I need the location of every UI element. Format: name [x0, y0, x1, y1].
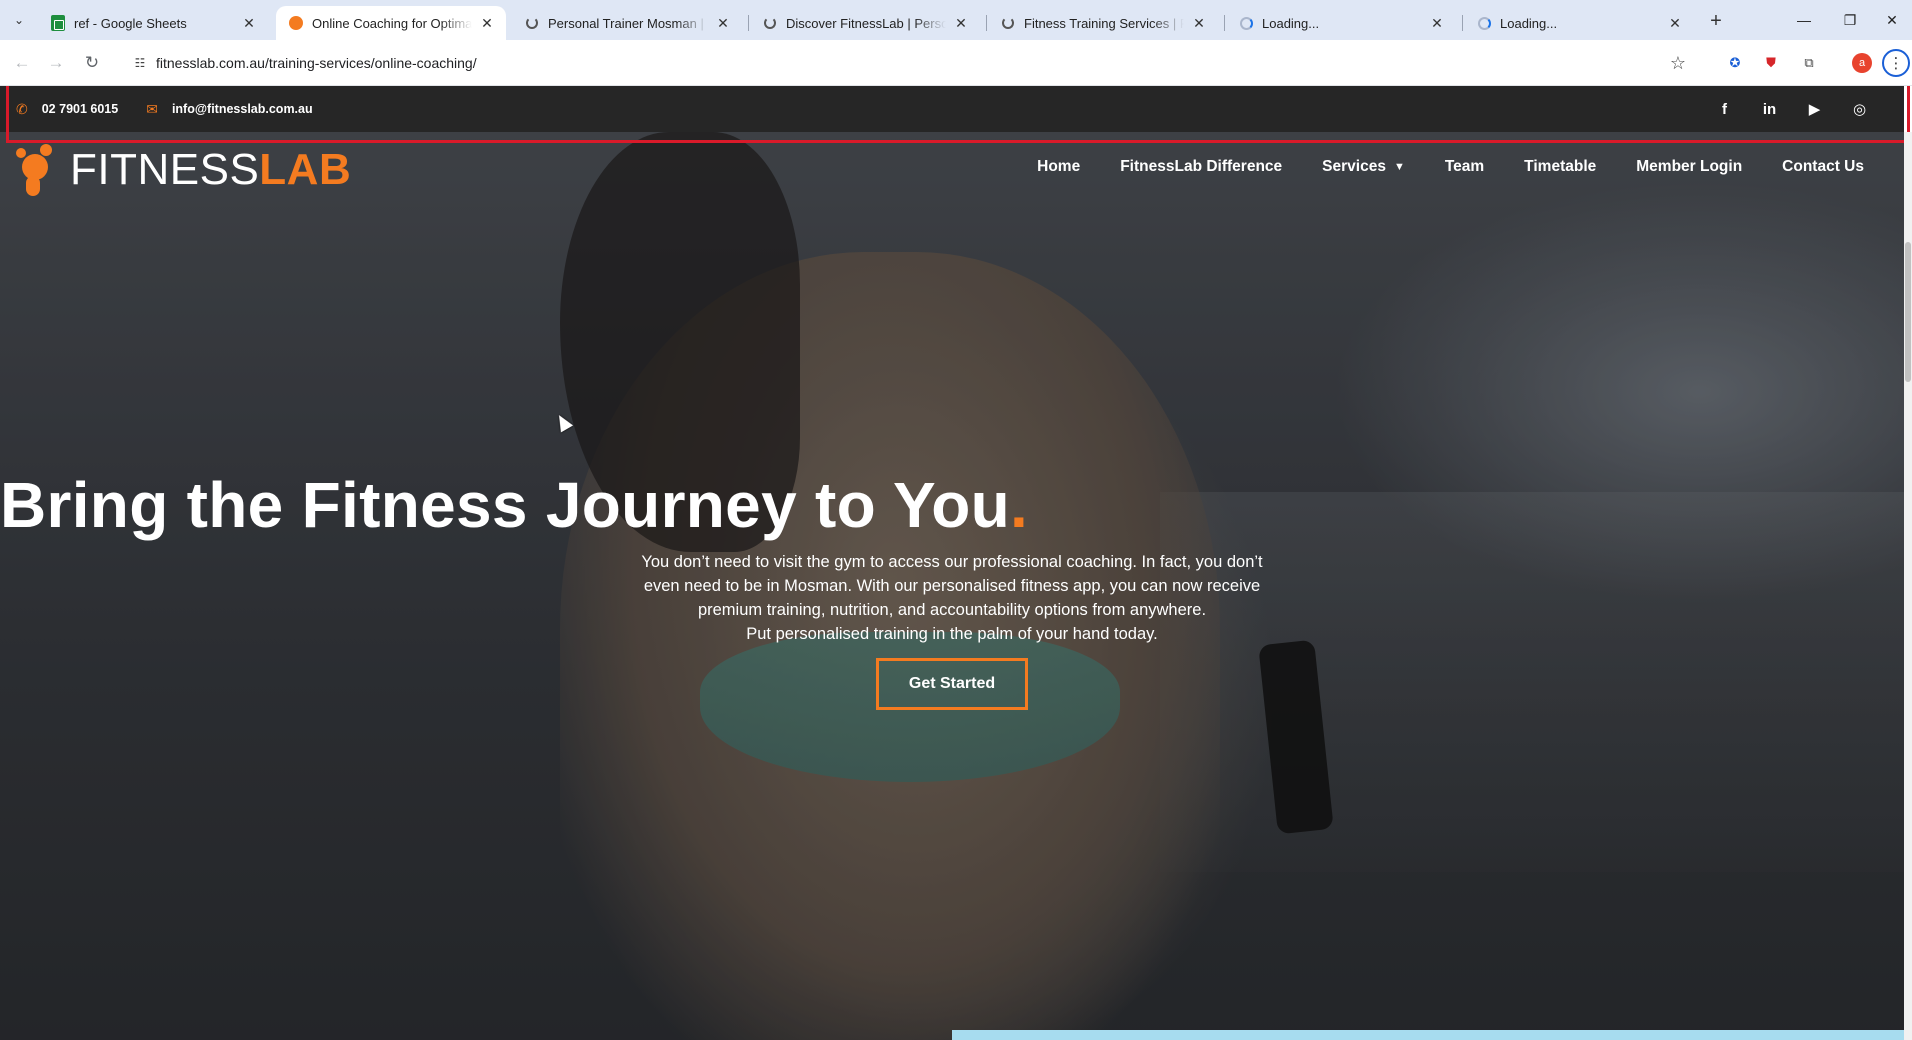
envelope-icon: ✉ — [146, 100, 158, 117]
loading-icon — [1238, 15, 1254, 31]
tab-title: Online Coaching for Optimal Tr — [312, 15, 472, 31]
tab-title: Personal Trainer Mosman | Fitn — [548, 15, 708, 31]
get-started-button[interactable]: Get Started — [876, 658, 1028, 710]
tab-loading-2[interactable]: Loading... ✕ — [1464, 6, 1694, 40]
main-nav: Home FitnessLab Difference Services ▼ Te… — [997, 158, 1864, 176]
site-icon — [1000, 15, 1016, 31]
logo-text-fitness: FITNESS — [70, 145, 260, 194]
youtube-icon[interactable]: ▶ — [1792, 100, 1837, 118]
bookmark-star-icon[interactable]: ☆ — [1666, 51, 1690, 75]
nav-home[interactable]: Home — [1037, 158, 1080, 176]
tab-loading-1[interactable]: Loading... ✕ — [1226, 6, 1456, 40]
logo-wordmark: FITNESSLAB — [70, 148, 351, 192]
page-scrollbar-thumb[interactable] — [1905, 242, 1911, 382]
tab-separator — [748, 15, 749, 31]
browser-toolbar: ← → ↻ ☷ fitnesslab.com.au/training-servi… — [0, 40, 1912, 86]
nav-services-label: Services — [1322, 158, 1386, 175]
page-scrollbar[interactable] — [1904, 132, 1912, 1040]
close-icon[interactable]: ✕ — [1428, 14, 1446, 32]
close-icon[interactable]: ✕ — [714, 14, 732, 32]
hero-description-line: premium training, nutrition, and account… — [697, 601, 1207, 619]
contact-topbar: ✆ 02 7901 6015 ✉ info@fitnesslab.com.au … — [0, 86, 1904, 132]
caret-down-icon: ▼ — [1393, 161, 1405, 173]
hero-description: You don’t need to visit the gym to acces… — [620, 550, 1284, 646]
nav-services[interactable]: Services ▼ — [1322, 158, 1405, 176]
close-icon[interactable]: ✕ — [952, 14, 970, 32]
url-text[interactable]: fitnesslab.com.au/training-services/onli… — [156, 55, 1666, 71]
facebook-icon[interactable]: f — [1702, 101, 1747, 118]
next-section-edge — [952, 1030, 1904, 1040]
tab-search-icon[interactable]: ⌄ — [8, 9, 30, 31]
tab-personal-trainer[interactable]: Personal Trainer Mosman | Fitn ✕ — [512, 6, 742, 40]
phone-icon: ✆ — [16, 100, 28, 117]
hero-headline: Bring the Fitness Journey to You. — [0, 468, 1904, 542]
hero-description-line: Put personalised training in the palm of… — [746, 625, 1158, 643]
hero-section: FITNESSLAB Home FitnessLab Difference Se… — [0, 132, 1904, 1040]
site-icon — [762, 15, 778, 31]
shield-extension-icon[interactable]: ⛊ — [1760, 52, 1782, 74]
linkedin-icon[interactable]: in — [1747, 101, 1792, 118]
close-icon[interactable]: ✕ — [1190, 14, 1208, 32]
email-address[interactable]: info@fitnesslab.com.au — [172, 102, 313, 116]
tab-title: Loading... — [1262, 15, 1320, 31]
nav-fitnesslab-difference[interactable]: FitnessLab Difference — [1120, 158, 1282, 176]
tab-separator — [986, 15, 987, 31]
hero-description-line: You don’t need to visit the gym to acces… — [641, 553, 1263, 571]
tab-title: Fitness Training Services | Perso — [1024, 15, 1184, 31]
site-icon — [524, 15, 540, 31]
loading-icon — [1476, 15, 1492, 31]
hero-description-line: even need to be in Mosman. With our pers… — [643, 577, 1261, 595]
instagram-icon[interactable]: ◎ — [1837, 100, 1882, 118]
close-icon[interactable]: ✕ — [240, 14, 258, 32]
phone-number[interactable]: 02 7901 6015 — [42, 102, 118, 116]
tab-online-coaching[interactable]: Online Coaching for Optimal Tr ✕ — [276, 6, 506, 40]
browser-tab-strip: ⌄ ref - Google Sheets ✕ Online Coaching … — [0, 0, 1912, 40]
fitnesslab-logo[interactable]: FITNESSLAB — [14, 142, 351, 198]
nav-team[interactable]: Team — [1445, 158, 1484, 176]
tab-separator — [1462, 15, 1463, 31]
profile-avatar[interactable]: a — [1852, 53, 1872, 73]
logo-text-lab: LAB — [259, 145, 352, 194]
tab-title: Loading... — [1500, 15, 1558, 31]
site-info-icon[interactable]: ☷ — [130, 53, 150, 73]
fitnesslab-icon — [288, 15, 304, 31]
email-contact[interactable]: ✉ info@fitnesslab.com.au — [146, 101, 312, 118]
minimize-icon[interactable]: — — [1784, 6, 1824, 34]
close-icon[interactable]: ✕ — [1666, 14, 1684, 32]
social-links: f in ▶ ◎ — [1702, 86, 1882, 132]
tab-fitness-training-services[interactable]: Fitness Training Services | Perso ✕ — [988, 6, 1218, 40]
back-icon[interactable]: ← — [10, 51, 34, 75]
extensions-puzzle-icon[interactable]: ⧉ — [1798, 52, 1820, 74]
forward-icon[interactable]: → — [44, 51, 68, 75]
sheets-icon — [50, 15, 66, 31]
new-tab-icon[interactable]: + — [1704, 9, 1728, 33]
phone-contact[interactable]: ✆ 02 7901 6015 — [16, 101, 118, 118]
web-page: ✆ 02 7901 6015 ✉ info@fitnesslab.com.au … — [0, 86, 1912, 1040]
tab-title: ref - Google Sheets — [74, 15, 187, 31]
nav-timetable[interactable]: Timetable — [1524, 158, 1596, 176]
tab-separator — [1224, 15, 1225, 31]
logo-mark-icon — [14, 142, 58, 198]
address-bar[interactable]: ☷ fitnesslab.com.au/training-services/on… — [120, 47, 1700, 79]
tab-google-sheets[interactable]: ref - Google Sheets ✕ — [38, 6, 268, 40]
tab-discover-fitnesslab[interactable]: Discover FitnessLab | Personal T ✕ — [750, 6, 980, 40]
nav-member-login[interactable]: Member Login — [1636, 158, 1742, 176]
hero-headline-dot: . — [1010, 469, 1029, 541]
extension-icon[interactable]: ✪ — [1724, 52, 1746, 74]
browser-menu-icon[interactable]: ⋮ — [1882, 49, 1910, 77]
hero-headline-text: Bring the Fitness Journey to You — [0, 469, 1011, 541]
reload-icon[interactable]: ↻ — [80, 51, 104, 75]
window-close-icon[interactable]: ✕ — [1872, 6, 1912, 34]
tab-title: Discover FitnessLab | Personal T — [786, 15, 946, 31]
restore-icon[interactable]: ❐ — [1830, 6, 1870, 34]
close-icon[interactable]: ✕ — [478, 14, 496, 32]
nav-contact-us[interactable]: Contact Us — [1782, 158, 1864, 176]
